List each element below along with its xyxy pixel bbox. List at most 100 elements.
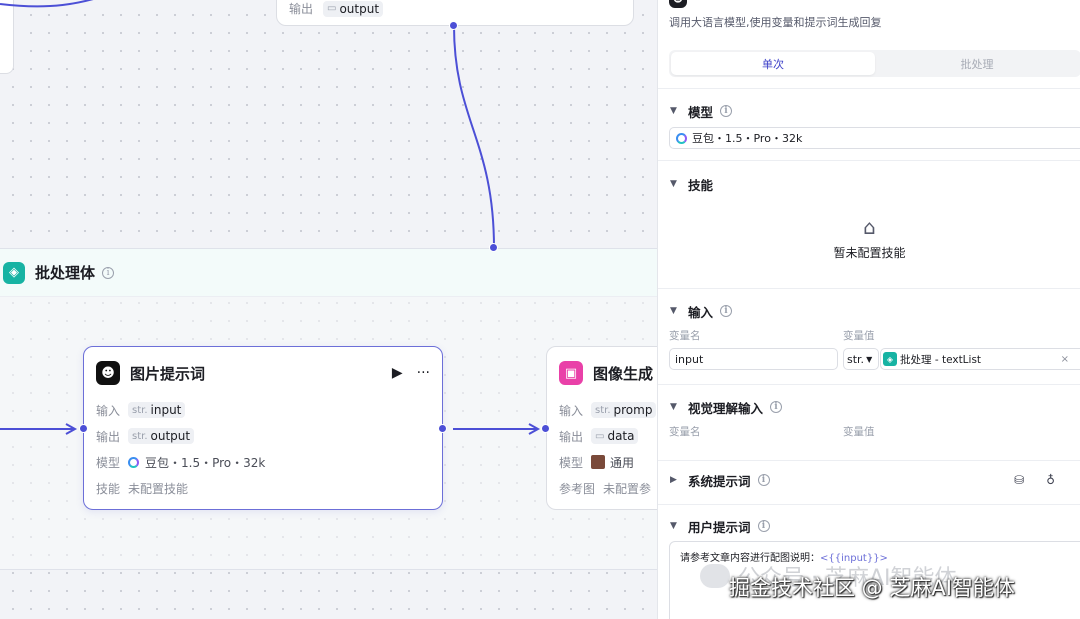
chevron-down-icon: ▼: [670, 521, 677, 531]
face-icon: ☻: [96, 361, 120, 385]
play-icon[interactable]: ▶: [392, 365, 403, 381]
input-section-header[interactable]: ▼ 输入 i: [658, 301, 1080, 321]
output-row: 输出 ▭ data: [559, 423, 657, 449]
juejin-watermark: 掘金技术社区 @ 芝麻AI智能体: [729, 576, 1015, 600]
model-select[interactable]: 豆包・1.5・Pro・32k: [669, 127, 1080, 149]
optimize-bulb-icon[interactable]: ♁: [1046, 473, 1055, 487]
tab-batch[interactable]: 批处理: [875, 52, 1079, 75]
model-label: 模型: [559, 455, 584, 470]
output-label: 输出: [289, 2, 314, 16]
var-name-input[interactable]: input: [669, 348, 838, 370]
info-icon[interactable]: i: [770, 401, 783, 413]
vision-var-name-header: 变量名: [669, 426, 701, 438]
input-value: input: [150, 403, 182, 417]
input-row: 输入 str. input: [96, 397, 430, 423]
var-value-select[interactable]: ◈ 批处理 - textList ×: [880, 348, 1080, 370]
system-prompt-section: ▶ 系统提示词 i ⛁ ♁: [658, 460, 1080, 504]
var-ref-pill: ◈ 批处理 - textList: [883, 352, 981, 367]
doubao-logo-icon: [676, 132, 687, 144]
vision-var-value-header: 变量值: [843, 426, 875, 438]
panel-title: ☻: [669, 0, 687, 8]
image-type-icon: ▭: [595, 430, 605, 442]
wechat-logo-icon: [700, 564, 730, 588]
image-type-icon: ▭: [327, 3, 337, 14]
ref-row: 参考图 未配置参: [559, 475, 657, 501]
more-icon[interactable]: ···: [417, 365, 430, 381]
node-body: 输入 str. promp 输出 ▭ data 模型 通用 参考图 未配置参: [547, 387, 657, 501]
var-ref-value: 批处理 - textList: [900, 353, 982, 366]
output-handle[interactable]: [449, 21, 458, 30]
input-tag: str. input: [128, 402, 186, 418]
node-body: 输入 str. input 输出 str. output 模型 豆包・1.5・Pro…: [84, 387, 442, 501]
upstream-output-row: 输出 ▭ output: [289, 0, 384, 17]
chevron-right-icon: ▶: [670, 475, 677, 485]
model-select-value: 豆包・1.5・Pro・32k: [692, 132, 803, 145]
mode-tabs: 单次 批处理: [669, 50, 1080, 77]
model-row: 模型 通用: [559, 449, 657, 475]
wire-upstream-to-batch: [453, 25, 495, 249]
skill-row: 技能 未配置技能: [96, 475, 430, 501]
output-tag: ▭ data: [591, 428, 639, 444]
skills-empty-state: ⌂ 暂未配置技能: [658, 214, 1080, 261]
output-tag: ▭ output: [323, 0, 384, 17]
system-prompt-header[interactable]: ▶ 系统提示词 i ⛁ ♁: [658, 470, 1080, 490]
user-prompt-title: 用户提示词: [688, 519, 751, 535]
chevron-down-icon: ▼: [670, 179, 677, 189]
model-label: 模型: [96, 455, 121, 470]
gen-input-handle[interactable]: [541, 424, 550, 433]
chevron-down-icon: ▼: [866, 354, 873, 364]
panel-description: 调用大语言模型,使用变量和提示词生成回复: [669, 16, 882, 29]
batch-group-header[interactable]: ◈ 批处理体 i: [0, 249, 657, 297]
var-name-header: 变量名: [669, 330, 701, 342]
model-section: ▼ 模型 i: [658, 88, 1080, 160]
info-icon[interactable]: i: [757, 520, 770, 532]
image-gen-node[interactable]: ▣ 图像生成 输入 str. promp 输出 ▭ data 模型 通用 参考图 未…: [546, 346, 657, 510]
empty-box-icon: ⌂: [863, 215, 876, 239]
prompt-output-handle[interactable]: [438, 424, 447, 433]
model-avatar-icon: [591, 455, 605, 469]
node-actions: ▶ ···: [392, 365, 430, 381]
input-value: promp: [613, 403, 653, 417]
clear-icon[interactable]: ×: [1061, 354, 1069, 365]
vision-input-section-header[interactable]: ▼ 视觉理解输入 i: [658, 397, 1080, 417]
wire-top-to-batch: [0, 0, 94, 8]
info-icon[interactable]: i: [757, 474, 770, 486]
template-library-icon[interactable]: ⛁: [1014, 473, 1024, 487]
type-label: str.: [595, 404, 611, 416]
tab-single[interactable]: 单次: [671, 52, 875, 75]
output-label: 输出: [559, 429, 584, 444]
image-prompt-node[interactable]: ☻ 图片提示词 ▶ ··· 输入 str. input 输出 str. output…: [83, 346, 443, 510]
output-value: data: [607, 429, 635, 443]
output-value: output: [339, 1, 380, 16]
image-icon: ▣: [559, 361, 583, 385]
var-type-value: str.: [847, 352, 865, 366]
var-type-select[interactable]: str. ▼: [843, 348, 879, 370]
output-value: output: [150, 429, 191, 443]
ref-value: 未配置参: [603, 481, 652, 496]
node-title: 图像生成: [593, 364, 654, 383]
skills-section-header[interactable]: ▼ 技能: [658, 174, 1080, 194]
workflow-canvas[interactable]: 输出 ▭ output ◈ 批处理体 i ☻ 图片提示词 ▶ ··· 输入 st: [0, 0, 657, 619]
info-icon[interactable]: i: [720, 105, 733, 117]
vision-input-section: ▼ 视觉理解输入 i: [658, 384, 1080, 460]
user-prompt-header[interactable]: ▼ 用户提示词 i: [658, 516, 1080, 536]
output-tag: str. output: [128, 428, 195, 444]
skill-value: 未配置技能: [128, 481, 189, 496]
node-header: ▣ 图像生成: [547, 347, 657, 387]
var-value-header: 变量值: [843, 330, 875, 342]
input-label: 输入: [96, 403, 121, 418]
type-label: str.: [132, 404, 148, 416]
batch-input-handle[interactable]: [489, 243, 498, 252]
model-value: 通用: [610, 455, 635, 470]
model-value: 豆包・1.5・Pro・32k: [145, 455, 266, 470]
system-prompt-title: 系统提示词: [688, 473, 751, 489]
model-section-header[interactable]: ▼ 模型 i: [658, 101, 1080, 121]
input-row: 输入 str. promp: [559, 397, 657, 423]
left-node-stub[interactable]: [0, 0, 14, 74]
prompt-input-handle[interactable]: [79, 424, 88, 433]
info-icon[interactable]: i: [720, 305, 733, 317]
batch-group-title: 批处理体: [35, 264, 96, 282]
info-icon[interactable]: i: [102, 266, 115, 279]
model-row: 模型 豆包・1.5・Pro・32k: [96, 449, 430, 475]
skills-empty-text: 暂未配置技能: [833, 246, 906, 260]
